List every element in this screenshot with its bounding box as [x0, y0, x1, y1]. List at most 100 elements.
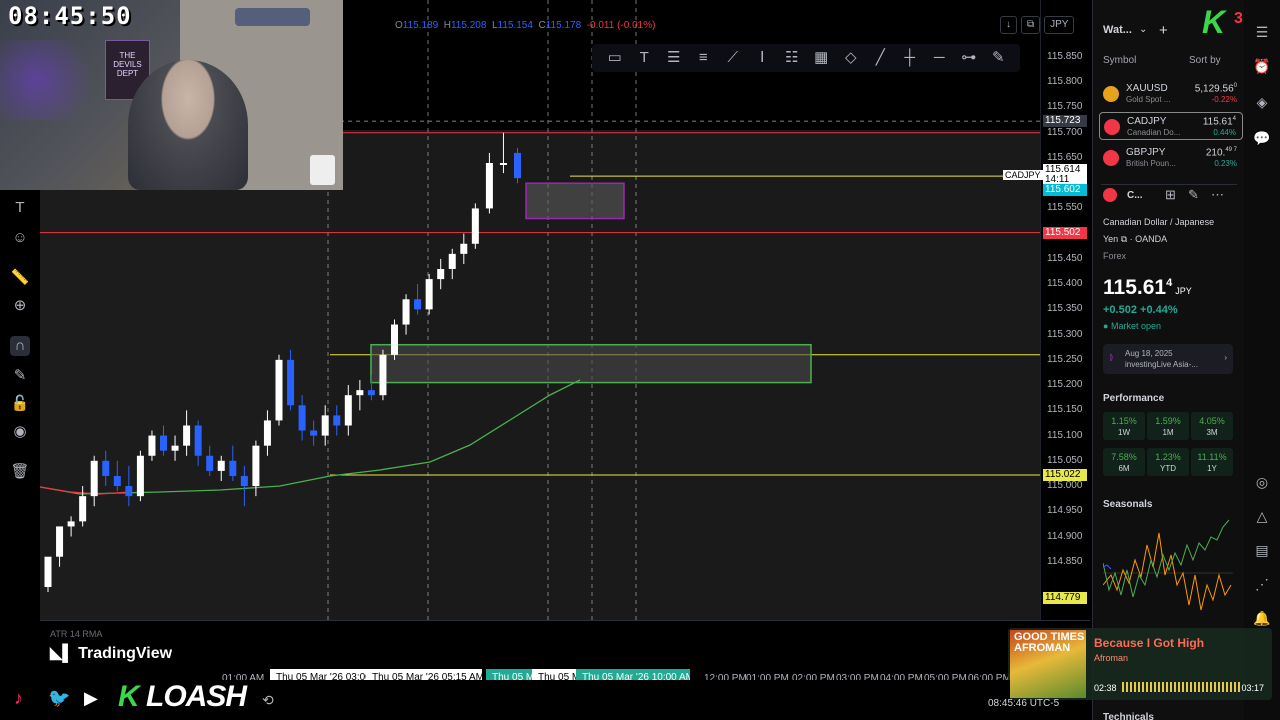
alarm-icon[interactable]: ⏰	[1252, 58, 1272, 78]
candle-body	[437, 269, 445, 280]
grid-icon[interactable]: ▦	[807, 46, 837, 70]
symbol-price-label: CADJPY	[1003, 170, 1043, 181]
replay-icon[interactable]: ⟲	[262, 692, 274, 709]
candle-body	[298, 405, 306, 431]
atr-indicator-label[interactable]: ATR 14 RMA	[50, 629, 102, 639]
triangle-icon[interactable]: △	[1252, 508, 1272, 528]
price-axis[interactable]: 115.850 115.800 115.750 115.700 115.650 115.6…	[1003, 0, 1090, 620]
levels-icon[interactable]: ≡	[689, 46, 719, 70]
perf-6m[interactable]: 7.58% 6M	[1103, 448, 1145, 476]
signal-icon[interactable]: ⋰	[1252, 576, 1272, 596]
candle-body	[356, 390, 364, 396]
watchlist-row-selected[interactable]: CADJPY Canadian Do... 115.614 0.44%	[1099, 112, 1243, 140]
add-symbol-icon[interactable]: +	[1159, 22, 1168, 39]
elapsed-time: 02:38	[1094, 683, 1117, 693]
rectangle-icon[interactable]: ▭	[600, 46, 630, 70]
news-icon: ⟫	[1109, 353, 1114, 362]
candle-body	[160, 435, 167, 451]
candle-body	[514, 152, 521, 179]
yellow-level-tag: 115.022	[1043, 468, 1087, 481]
edit-icon[interactable]: ✎	[1188, 187, 1199, 203]
sort-by[interactable]: Sort by	[1189, 55, 1221, 66]
candle-body	[344, 395, 352, 426]
brush-icon[interactable]: ⟋	[718, 46, 748, 70]
symbol-icon	[1104, 119, 1120, 135]
price-tick: 115.150	[1047, 404, 1083, 416]
perf-1y[interactable]: 11.11% 1Y	[1191, 448, 1233, 476]
trash-icon[interactable]: 🗑	[10, 462, 30, 482]
watchlist-row[interactable]: XAUUSD Gold Spot ... 5,129.560 -0.22%	[1099, 80, 1243, 108]
external-link-icon[interactable]: ⧉	[1121, 234, 1127, 244]
perf-ytd[interactable]: 1.23% YTD	[1147, 448, 1189, 476]
candle-body	[471, 208, 479, 244]
perf-1w[interactable]: 1.15% 1W	[1103, 412, 1145, 440]
instrument-name: Canadian Dollar / Japanese	[1103, 217, 1215, 227]
song-artist: Afroman	[1094, 653, 1129, 663]
shape-icon[interactable]: ◇	[836, 46, 866, 70]
eye-icon[interactable]: ◉	[10, 422, 30, 442]
chevron-down-icon[interactable]: ⌄	[1139, 24, 1147, 35]
ruler-icon[interactable]: 📏	[10, 268, 30, 288]
candle-body	[499, 163, 507, 165]
fullscreen-icon[interactable]: ⧉	[1021, 16, 1041, 34]
pen-icon[interactable]: ✎	[984, 46, 1014, 70]
social-strip: ♪ 🐦 ▶ K LOASH ⟲	[0, 680, 1010, 720]
news-item[interactable]: ⟫ Aug 18, 2025 investingLive Asia-... ›	[1103, 344, 1233, 374]
candle-body	[460, 243, 468, 254]
candle-body	[102, 460, 110, 476]
chevron-right-icon: ›	[1224, 353, 1227, 362]
details-symbol[interactable]: C...	[1127, 190, 1143, 201]
technicals-title: Technicals	[1103, 712, 1154, 720]
k-logo-icon: K	[1202, 4, 1226, 40]
youtube-icon: ▶	[84, 688, 98, 708]
smile-icon[interactable]: ☺	[10, 228, 30, 248]
text-icon[interactable]: T	[10, 198, 30, 218]
text-icon[interactable]: T	[630, 46, 660, 70]
lock-icon[interactable]: 🔓	[10, 394, 30, 414]
status-dot-icon: ●	[1103, 321, 1109, 331]
price-tick: 115.750	[1047, 101, 1083, 113]
waveform	[1122, 682, 1242, 692]
status-time: 08:45:46 UTC-5	[988, 698, 1060, 709]
layers-icon[interactable]: ◈	[1252, 94, 1272, 114]
tiktok-icon: ♪	[14, 688, 23, 708]
lines-icon[interactable]: ☷	[777, 46, 807, 70]
fib-icon[interactable]: ☰	[659, 46, 689, 70]
target-icon[interactable]: ◎	[1252, 474, 1272, 494]
horizontal-line-icon[interactable]: ─	[925, 46, 955, 70]
candle-body	[240, 475, 248, 487]
candle-body	[194, 425, 202, 456]
now-playing-widget: GOOD TIMES AFROMAN Because I Got High Af…	[1008, 628, 1272, 700]
calendar-icon[interactable]: ▤	[1252, 542, 1272, 562]
performance-grid: 1.15% 1W 1.59% 1M 4.05% 3M 7.58% 6M 1.23% YTD…	[1103, 412, 1233, 476]
more-icon[interactable]: ⋯	[1211, 187, 1224, 203]
candle-body	[79, 496, 87, 522]
watchlist-row[interactable]: GBPJPY British Poun... 210.49 7 0.23%	[1099, 144, 1243, 172]
drawing-toolbar[interactable]: ▭ T ☰ ≡ ⟋ Ⅰ ☷ ▦ ◇ ╱ ┼ ─ ⊶ ✎	[592, 44, 1020, 72]
price-tick: 115.550	[1047, 202, 1083, 214]
time-axis[interactable]: ATR 14 RMA ◣▌ TradingView 01:00 AM 12:00 …	[40, 620, 1090, 687]
text-cursor-icon[interactable]: Ⅰ	[748, 46, 778, 70]
candle-body	[136, 455, 144, 497]
candle-body	[402, 299, 410, 325]
perf-1m[interactable]: 1.59% 1M	[1147, 412, 1189, 440]
candle-body	[148, 435, 156, 456]
trendline-icon[interactable]: ╱	[866, 46, 896, 70]
seasonals-chart[interactable]	[1103, 515, 1233, 625]
bell-icon[interactable]: 🔔	[1252, 610, 1272, 630]
candle-body	[391, 324, 398, 355]
price-tick: 114.850	[1047, 555, 1083, 567]
zoom-icon[interactable]: ⊕	[10, 296, 30, 316]
streamer	[128, 60, 248, 190]
vertical-line-icon[interactable]: ┼	[895, 46, 925, 70]
arrow-down-icon[interactable]: ↓	[1000, 16, 1017, 34]
chat-icon[interactable]: 💬	[1252, 130, 1272, 150]
column-symbol[interactable]: Symbol	[1103, 55, 1136, 66]
currency-button[interactable]: JPY	[1044, 16, 1075, 34]
watchlist-title[interactable]: Wat...	[1103, 24, 1132, 36]
pencil-icon[interactable]: ✎	[10, 366, 30, 386]
perf-3m[interactable]: 4.05% 3M	[1191, 412, 1233, 440]
ray-icon[interactable]: ⊶	[954, 46, 984, 70]
magnet-icon[interactable]: ∩	[10, 336, 30, 356]
grid-icon[interactable]: ⊞	[1165, 187, 1176, 203]
